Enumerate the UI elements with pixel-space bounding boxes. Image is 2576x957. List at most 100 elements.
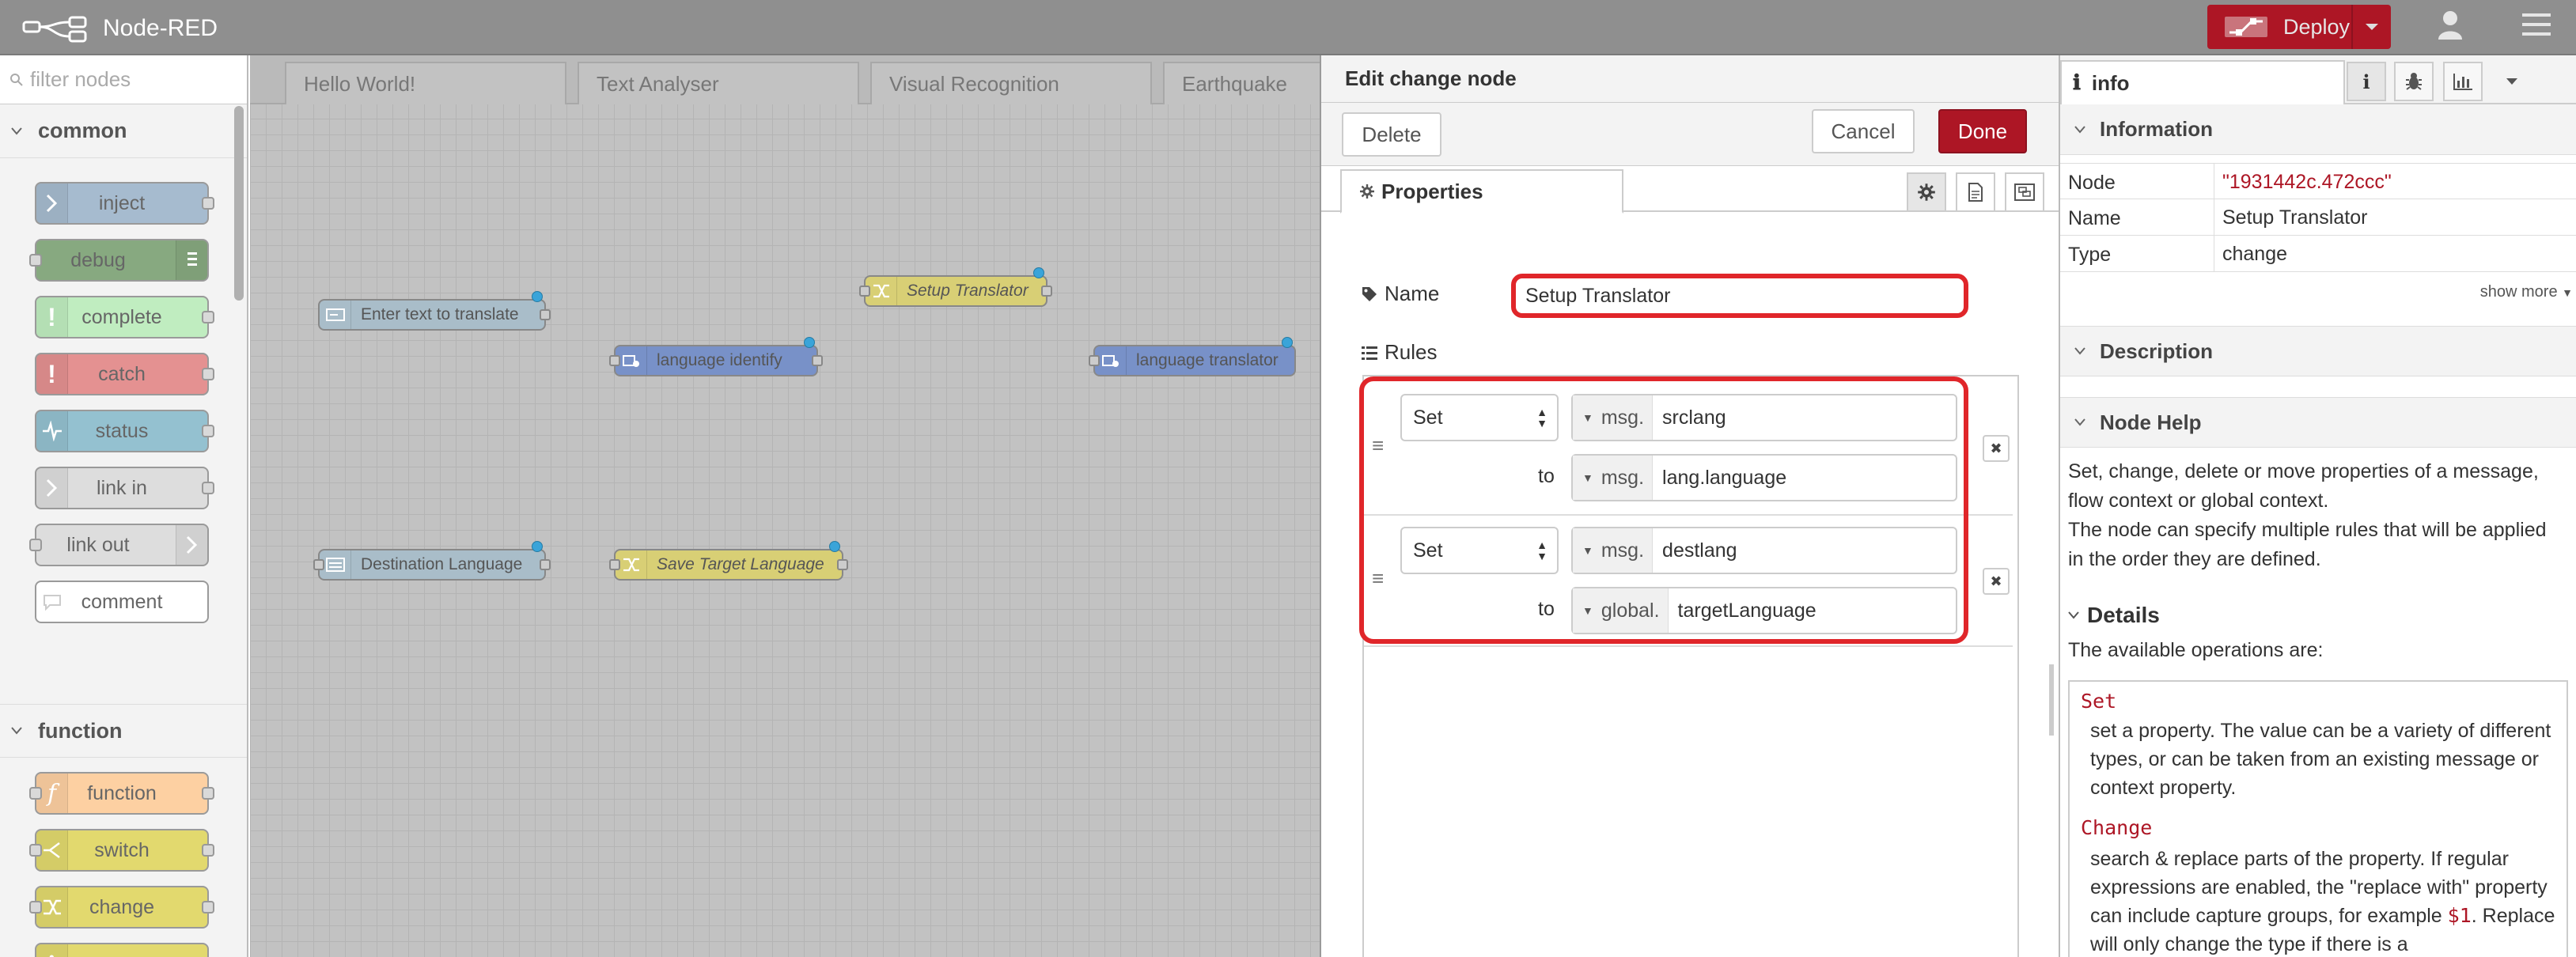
cancel-button[interactable]: Cancel	[1812, 109, 1915, 153]
help-paragraph: The node can specify multiple rules that…	[2068, 519, 2547, 570]
tab-hello-world[interactable]: Hello World!	[285, 62, 566, 104]
node-label: complete	[81, 305, 162, 328]
deploy-button[interactable]: Deploy	[2207, 5, 2391, 49]
section-information[interactable]: Information	[2060, 104, 2576, 155]
bar-chart-icon	[2453, 74, 2472, 90]
palette-node-range[interactable]: i range	[35, 943, 209, 957]
gear-icon	[1360, 184, 1374, 199]
node-label: link out	[66, 533, 130, 556]
flow-node-label: Setup Translator	[907, 282, 1029, 300]
palette-node-complete[interactable]: ! complete	[35, 296, 214, 339]
info-icon: ℹ	[2073, 71, 2081, 95]
tray-toolbar: Delete Cancel Done	[1321, 103, 2059, 166]
template-icon	[320, 550, 351, 579]
sidebar-menu-button[interactable]	[2492, 62, 2532, 101]
file-text-icon	[1968, 183, 1983, 202]
operations-list: Set set a property. The value can be a v…	[2068, 680, 2568, 957]
palette-node-catch[interactable]: ! catch	[35, 353, 214, 395]
palette-category-common[interactable]: common	[0, 104, 247, 158]
palette-node-switch[interactable]: switch	[29, 829, 214, 872]
tab-node-settings[interactable]	[1907, 172, 1946, 212]
rules-label: Rules	[1361, 340, 1437, 365]
tab-info[interactable]: ℹ info	[2060, 60, 2345, 106]
done-button[interactable]: Done	[1938, 109, 2027, 153]
op-change-desc: search & replace parts of the property. …	[2090, 848, 2555, 955]
changed-indicator	[829, 541, 840, 552]
link-icon	[176, 525, 207, 565]
flow-node-label: language translator	[1136, 351, 1279, 369]
flow-node-language-identify[interactable]: language identify	[609, 337, 823, 376]
sidebar-tabs: ℹ info i	[2060, 55, 2576, 106]
sidebar-dashboard-button[interactable]	[2443, 62, 2483, 101]
tab-appearance[interactable]	[2005, 172, 2044, 212]
sidebar-resize-handle[interactable]	[2049, 664, 2054, 736]
shuffle-icon	[866, 277, 897, 305]
tab-description[interactable]	[1956, 172, 1995, 212]
details-header[interactable]: Details	[2068, 603, 2160, 628]
chevron-down-icon	[11, 127, 22, 135]
debug-icon	[176, 240, 207, 280]
deploy-label: Deploy	[2283, 14, 2351, 39]
flow-node-label: language identify	[657, 351, 782, 369]
filter-nodes-input[interactable]: filter nodes	[30, 67, 131, 92]
tray-title: Edit change node	[1321, 55, 2059, 103]
main-menu-icon[interactable]	[2521, 11, 2552, 42]
rule-remove-button[interactable]: ✖	[1983, 435, 2010, 462]
palette-node-comment[interactable]: comment	[35, 581, 209, 623]
op-change-term: Change	[2081, 816, 2153, 839]
palette-filter[interactable]: filter nodes	[0, 55, 247, 104]
section-node-help[interactable]: Node Help	[2060, 397, 2576, 448]
palette-node-link-out[interactable]: link out	[29, 524, 209, 566]
tray-tabs: Properties	[1321, 166, 2059, 214]
rule-remove-button[interactable]: ✖	[1983, 568, 2010, 595]
palette-node-link-in[interactable]: link in	[35, 467, 214, 509]
palette-node-inject[interactable]: inject	[35, 182, 214, 225]
changed-indicator	[804, 337, 815, 348]
show-more-link[interactable]: show more ▼	[2480, 283, 2573, 301]
palette-node-status[interactable]: status	[35, 410, 214, 452]
node-label: comment	[81, 590, 163, 613]
flow-node-label: Destination Language	[361, 555, 523, 573]
flow-node-language-translator[interactable]: language translator	[1089, 337, 1296, 376]
palette-node-debug[interactable]: debug	[29, 239, 209, 282]
node-palette: filter nodes common inject debug ! compl…	[0, 55, 248, 957]
object-group-icon	[2014, 183, 2035, 201]
delete-button[interactable]: Delete	[1342, 112, 1441, 157]
name-input[interactable]: Setup Translator	[1511, 274, 1968, 318]
flow-node-destination-language[interactable]: Destination Language	[313, 541, 551, 581]
changed-indicator	[1282, 337, 1293, 348]
changed-indicator	[532, 541, 543, 552]
section-description[interactable]: Description	[2060, 326, 2576, 376]
info-row-name: Name Setup Translator	[2060, 199, 2576, 236]
chevron-down-icon	[2068, 611, 2079, 619]
workspace-tabs: Hello World! Text Analyser Visual Recogn…	[250, 55, 1329, 104]
palette-node-change[interactable]: change	[29, 886, 214, 929]
palette-node-function[interactable]: f function	[29, 772, 214, 815]
node-label: function	[87, 781, 157, 804]
range-icon: i	[36, 944, 68, 957]
tab-visual-recognition[interactable]: Visual Recognition	[870, 62, 1152, 104]
chevron-down-icon	[2074, 125, 2085, 134]
flow-node-setup-translator[interactable]: Setup Translator	[859, 267, 1052, 307]
gear-icon	[1918, 183, 1935, 201]
tab-earthquake[interactable]: Earthquake	[1163, 62, 1329, 104]
info-icon: i	[2362, 70, 2370, 93]
sidebar-info-button[interactable]: i	[2347, 62, 2386, 101]
app-title: Node-RED	[103, 15, 218, 41]
node-label: switch	[94, 838, 150, 861]
tab-text-analyser[interactable]: Text Analyser	[578, 62, 859, 104]
info-row-type: Type change	[2060, 236, 2576, 272]
sidebar-debug-button[interactable]	[2394, 62, 2434, 101]
tab-properties[interactable]: Properties	[1340, 169, 1623, 214]
flow-node-save-target-language[interactable]: Save Target Language	[609, 541, 848, 581]
user-icon[interactable]	[2437, 9, 2464, 45]
flow-node-enter-text[interactable]: Enter text to translate	[318, 291, 551, 331]
deploy-options-button[interactable]	[2351, 5, 2391, 49]
palette-category-function[interactable]: function	[0, 704, 247, 758]
palette-scrollbar[interactable]	[234, 106, 244, 301]
node-label: catch	[98, 362, 146, 385]
node-label: link in	[97, 476, 147, 499]
flow-workspace[interactable]: Hello World! Text Analyser Visual Recogn…	[250, 55, 1329, 957]
search-icon	[10, 73, 23, 86]
op-set-desc: set a property. The value can be a varie…	[2090, 720, 2551, 799]
